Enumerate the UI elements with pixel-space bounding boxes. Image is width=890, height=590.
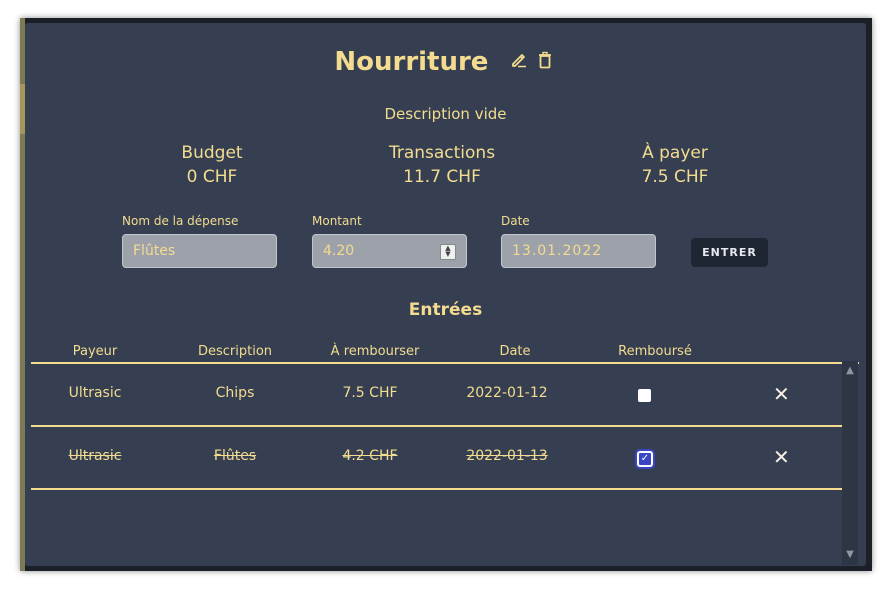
pencil-icon[interactable]	[510, 51, 528, 73]
row-date: 2022-01-12	[466, 385, 548, 401]
row-divider	[31, 425, 844, 427]
date-label: Date	[501, 214, 530, 228]
reimbursed-checkbox-checked[interactable]: ✓	[637, 451, 653, 467]
stat-transactions: Transactions 11.7 CHF	[342, 141, 542, 189]
title-actions	[510, 51, 557, 73]
close-icon[interactable]: ✕	[773, 382, 790, 406]
amount-value: 4.20	[323, 243, 355, 259]
row-payer: Ultrasic	[68, 448, 122, 464]
stat-to-pay: À payer 7.5 CHF	[575, 141, 775, 189]
row-date: 2022-01-13	[466, 448, 548, 464]
table-scrollbar[interactable]: ▲ ▼	[842, 361, 858, 565]
row-divider	[31, 488, 844, 490]
stat-label: Transactions	[388, 143, 496, 163]
reimbursed-checkbox[interactable]	[638, 389, 651, 402]
chevron-up-icon[interactable]: ▲	[844, 365, 856, 377]
stat-value: 0 CHF	[186, 167, 238, 187]
header-divider	[31, 362, 859, 364]
amount-input[interactable]: 4.20 ▲ ▼	[312, 234, 467, 268]
chevron-down-icon[interactable]: ▼	[844, 549, 856, 561]
row-description: Chips	[215, 385, 255, 401]
stat-budget: Budget 0 CHF	[112, 141, 312, 189]
category-title: Nourriture	[334, 47, 489, 77]
amount-label: Montant	[312, 214, 362, 228]
enter-button[interactable]: ENTRER	[691, 238, 768, 267]
column-header-payer: Payeur	[72, 344, 118, 359]
date-input[interactable]: 13.01.2022	[501, 234, 656, 268]
expense-name-input[interactable]: Flûtes	[122, 234, 277, 268]
entries-title: Entrées	[408, 300, 483, 320]
category-description: Description vide	[384, 105, 507, 123]
column-header-description: Description	[197, 344, 273, 359]
stat-value: 11.7 CHF	[403, 167, 481, 187]
row-amount: 4.2 CHF	[342, 448, 398, 464]
column-header-amount: À rembourser	[330, 344, 420, 359]
stat-label: Budget	[181, 143, 243, 163]
column-header-date: Date	[499, 344, 531, 359]
row-payer: Ultrasic	[68, 385, 122, 401]
stat-label: À payer	[642, 143, 708, 163]
column-header-reimbursed: Remboursé	[618, 344, 692, 359]
category-modal: Nourriture Description vide Budget 0 CHF	[25, 23, 866, 566]
row-amount: 7.5 CHF	[342, 385, 398, 401]
expense-name-label: Nom de la dépense	[122, 214, 239, 228]
row-description: Flûtes	[213, 448, 257, 464]
close-icon[interactable]: ✕	[773, 445, 790, 469]
stat-value: 7.5 CHF	[641, 167, 709, 187]
amount-stepper[interactable]: ▲ ▼	[440, 244, 456, 260]
title-row: Nourriture	[25, 47, 866, 77]
trash-icon[interactable]	[537, 51, 553, 73]
